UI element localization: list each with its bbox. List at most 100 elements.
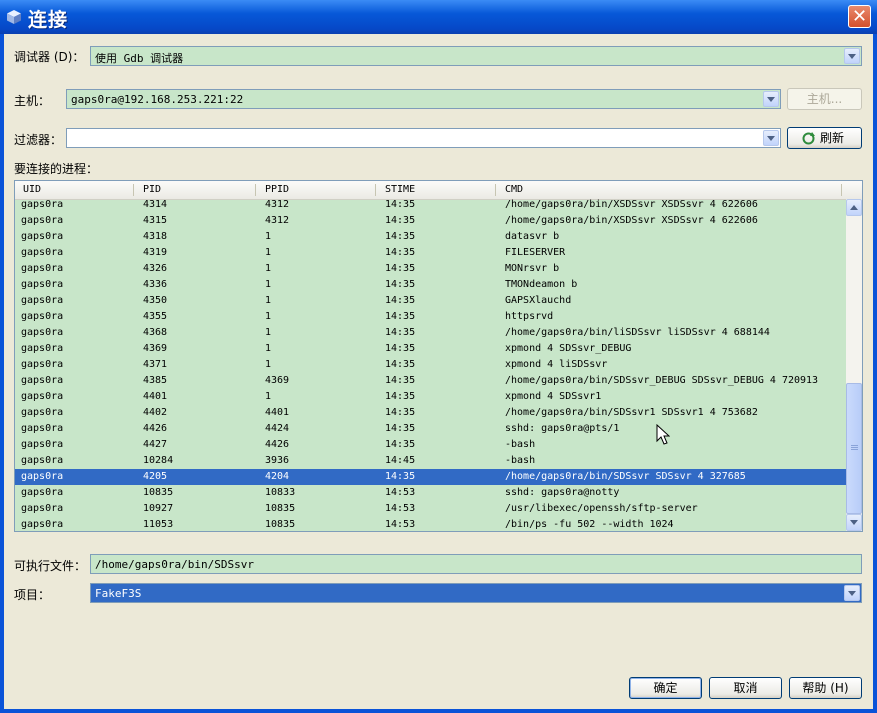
- executable-field[interactable]: /home/gaps0ra/bin/SDSsvr: [90, 554, 862, 574]
- table-row[interactable]: gaps0ra 4350 1 14:35 GAPSXlauchd: [15, 293, 846, 309]
- host-value: gaps0ra@192.168.253.221:22: [71, 93, 244, 106]
- column-header-uid[interactable]: UID: [23, 184, 41, 195]
- chevron-down-icon[interactable]: [763, 91, 779, 107]
- uid-cell: gaps0ra: [21, 199, 64, 210]
- uid-cell: gaps0ra: [21, 471, 64, 482]
- host-label: 主机：: [14, 94, 51, 108]
- table-row[interactable]: gaps0ra 4371 1 14:35 xpmond 4 liSDSsvr: [15, 357, 846, 373]
- filter-input[interactable]: [66, 128, 781, 148]
- pid-cell: 4336: [143, 279, 168, 290]
- ppid-cell: 1: [265, 279, 272, 290]
- pid-cell: 10835: [143, 487, 174, 498]
- scroll-down-button[interactable]: [846, 514, 862, 531]
- stime-cell: 14:35: [385, 199, 416, 210]
- ppid-cell: 10835: [265, 503, 296, 514]
- cmd-cell: TMONdeamon b: [505, 279, 578, 290]
- scroll-up-button[interactable]: [846, 199, 862, 216]
- table-row[interactable]: gaps0ra 4385 4369 14:35/home/gaps0ra/bin/SD…: [15, 373, 846, 389]
- table-row[interactable]: gaps0ra 10927 10835 14:53/usr/libexec/opens…: [15, 501, 846, 517]
- help-button[interactable]: 帮助 (H): [789, 677, 862, 699]
- ok-button[interactable]: 确定: [629, 677, 702, 699]
- stime-cell: 14:53: [385, 519, 416, 530]
- host-button[interactable]: 主机...: [787, 88, 862, 110]
- pid-cell: 4315: [143, 215, 168, 226]
- pid-cell: 4369: [143, 343, 168, 354]
- pid-cell: 4401: [143, 391, 168, 402]
- uid-cell: gaps0ra: [21, 247, 64, 258]
- column-divider[interactable]: [841, 184, 842, 196]
- column-divider[interactable]: [133, 184, 134, 196]
- table-row[interactable]: gaps0ra 4319 1 14:35 FILESERVER: [15, 245, 846, 261]
- table-row[interactable]: gaps0ra 4369 1 14:35 xpmond 4 SDSsvr_DEBUG: [15, 341, 846, 357]
- project-value: FakeF3S: [95, 587, 142, 600]
- executable-value: /home/gaps0ra/bin/SDSsvr: [95, 558, 254, 571]
- project-select[interactable]: FakeF3S: [90, 583, 862, 603]
- uid-cell: gaps0ra: [21, 375, 64, 386]
- cmd-cell: sshd: gaps0ra@pts/1: [505, 423, 620, 434]
- refresh-button[interactable]: 刷新: [787, 127, 862, 149]
- column-header-stime[interactable]: STIME: [385, 184, 415, 195]
- debugger-label: 调试器 (D)：: [14, 50, 85, 64]
- uid-cell: gaps0ra: [21, 423, 64, 434]
- stime-cell: 14:53: [385, 487, 416, 498]
- processes-label: 要连接的进程：: [14, 162, 99, 176]
- cmd-cell: MONrsvr b: [505, 263, 560, 274]
- pid-cell: 11053: [143, 519, 174, 530]
- host-select[interactable]: gaps0ra@192.168.253.221:22: [66, 89, 781, 109]
- ppid-cell: 1: [265, 343, 272, 354]
- refresh-label: 刷新: [820, 131, 845, 145]
- table-row[interactable]: gaps0ra 4326 1 14:35 MONrsvr b: [15, 261, 846, 277]
- ppid-cell: 1: [265, 327, 272, 338]
- table-row[interactable]: gaps0ra 10284 3936 14:45 -bash: [15, 453, 846, 469]
- column-header-cmd[interactable]: CMD: [505, 184, 523, 195]
- table-row[interactable]: gaps0ra 4426 4424 14:35 sshd: gaps0ra@pts/1: [15, 421, 846, 437]
- close-icon: ✕: [851, 6, 868, 27]
- pid-cell: 4371: [143, 359, 168, 370]
- table-row[interactable]: gaps0ra 11053 10835 14:53/bin/ps -fu 502 --…: [15, 517, 846, 531]
- table-row[interactable]: gaps0ra 4205 4204 14:35/home/gaps0ra/bin/SD…: [15, 469, 846, 485]
- stime-cell: 14:35: [385, 439, 416, 450]
- table-row[interactable]: gaps0ra 4401 1 14:35 xpmond 4 SDSsvr1: [15, 389, 846, 405]
- debugger-select[interactable]: 使用 Gdb 调试器: [90, 46, 862, 66]
- table-row[interactable]: gaps0ra 10835 10833 14:53 sshd: gaps0ra@nott…: [15, 485, 846, 501]
- uid-cell: gaps0ra: [21, 439, 64, 450]
- vertical-scrollbar[interactable]: [846, 199, 862, 531]
- table-row[interactable]: gaps0ra 4336 1 14:35 TMONdeamon b: [15, 277, 846, 293]
- uid-cell: gaps0ra: [21, 231, 64, 242]
- pid-cell: 4427: [143, 439, 168, 450]
- table-row[interactable]: gaps0ra 4314 4312 14:35/home/gaps0ra/bin/XS…: [15, 199, 846, 213]
- pid-cell: 4205: [143, 471, 168, 482]
- chevron-down-icon[interactable]: [844, 585, 860, 601]
- chevron-down-icon[interactable]: [763, 130, 779, 146]
- cmd-cell: /home/gaps0ra/bin/SDSsvr1 SDSsvr1 4 7536…: [505, 407, 758, 418]
- uid-cell: gaps0ra: [21, 327, 64, 338]
- process-table[interactable]: UID PID PPID STIME CMD gaps0ra 4314 4312 14…: [14, 180, 863, 532]
- column-divider[interactable]: [255, 184, 256, 196]
- uid-cell: gaps0ra: [21, 295, 64, 306]
- table-row[interactable]: gaps0ra 4427 4426 14:35 -bash: [15, 437, 846, 453]
- ppid-cell: 1: [265, 231, 272, 242]
- stime-cell: 14:35: [385, 407, 416, 418]
- title-bar[interactable]: 连接 ✕: [0, 0, 877, 34]
- chevron-down-icon[interactable]: [844, 48, 860, 64]
- stime-cell: 14:45: [385, 455, 416, 466]
- column-divider[interactable]: [375, 184, 376, 196]
- close-button[interactable]: ✕: [848, 5, 871, 28]
- scroll-thumb[interactable]: [846, 383, 862, 514]
- table-row[interactable]: gaps0ra 4315 4312 14:35/home/gaps0ra/bin/XS…: [15, 213, 846, 229]
- table-row[interactable]: gaps0ra 4402 4401 14:35/home/gaps0ra/bin/SD…: [15, 405, 846, 421]
- table-row[interactable]: gaps0ra 4368 1 14:35/home/gaps0ra/bin/liSDS…: [15, 325, 846, 341]
- table-row[interactable]: gaps0ra 4318 1 14:35 datasvr b: [15, 229, 846, 245]
- table-row[interactable]: gaps0ra 4355 1 14:35 httpsrvd: [15, 309, 846, 325]
- cancel-button[interactable]: 取消: [709, 677, 782, 699]
- stime-cell: 14:35: [385, 391, 416, 402]
- uid-cell: gaps0ra: [21, 215, 64, 226]
- window-title: 连接: [28, 9, 69, 31]
- column-header-pid[interactable]: PID: [143, 184, 161, 195]
- stime-cell: 14:35: [385, 375, 416, 386]
- cmd-cell: GAPSXlauchd: [505, 295, 572, 306]
- ppid-cell: 10835: [265, 519, 296, 530]
- column-header-ppid[interactable]: PPID: [265, 184, 289, 195]
- column-divider[interactable]: [495, 184, 496, 196]
- stime-cell: 14:35: [385, 343, 416, 354]
